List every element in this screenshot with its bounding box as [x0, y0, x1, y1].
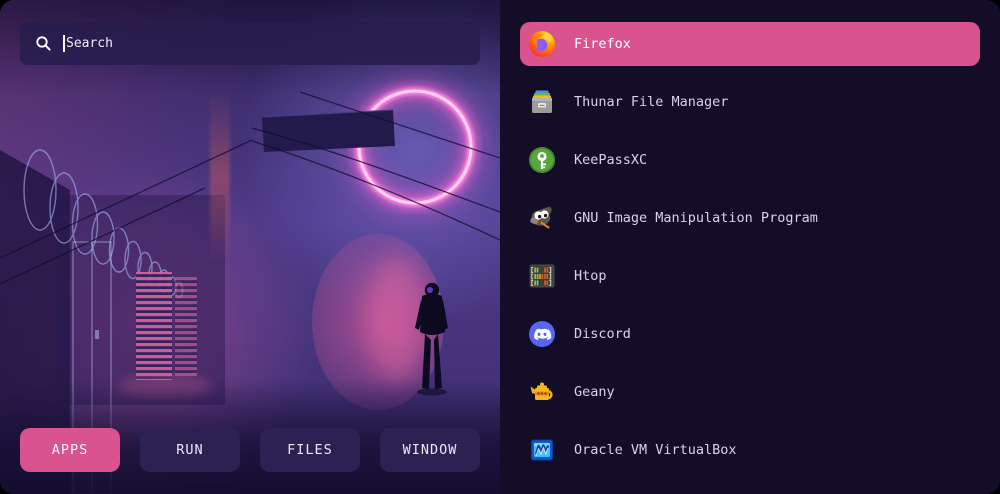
app-label: GNU Image Manipulation Program	[574, 210, 818, 226]
htop-icon	[528, 262, 556, 290]
search-bar[interactable]	[20, 22, 480, 65]
search-icon	[35, 35, 52, 52]
app-label: Geany	[574, 384, 615, 400]
app-label: KeePassXC	[574, 152, 647, 168]
app-row-thunar[interactable]: Thunar File Manager	[520, 80, 980, 124]
app-label: Thunar File Manager	[574, 94, 728, 110]
app-label: Oracle VM VirtualBox	[574, 442, 737, 458]
app-row-htop[interactable]: Htop	[520, 254, 980, 298]
app-label: Discord	[574, 326, 631, 342]
tab-window[interactable]: WINDOW	[380, 428, 480, 472]
discord-icon	[528, 320, 556, 348]
gimp-icon	[528, 204, 556, 232]
app-label: Htop	[574, 268, 607, 284]
wallpaper-panel: APPS RUN FILES WINDOW	[0, 0, 500, 494]
app-label: Firefox	[574, 36, 631, 52]
app-row-discord[interactable]: Discord	[520, 312, 980, 356]
wallpaper-art	[0, 0, 500, 494]
launcher-window: APPS RUN FILES WINDOW	[0, 0, 1000, 494]
tab-apps[interactable]: APPS	[20, 428, 120, 472]
tab-files[interactable]: FILES	[260, 428, 360, 472]
app-row-gimp[interactable]: GNU Image Manipulation Program	[520, 196, 980, 240]
mode-tabs: APPS RUN FILES WINDOW	[20, 428, 480, 472]
tab-run[interactable]: RUN	[140, 428, 240, 472]
virtualbox-icon	[528, 436, 556, 464]
app-row-geany[interactable]: Geany	[520, 370, 980, 414]
app-row-keepassxc[interactable]: KeePassXC	[520, 138, 980, 182]
firefox-icon	[528, 30, 556, 58]
thunar-icon	[528, 88, 556, 116]
keepassxc-icon	[528, 146, 556, 174]
search-input[interactable]	[65, 36, 480, 51]
geany-icon	[528, 378, 556, 406]
app-row-firefox[interactable]: Firefox	[520, 22, 980, 66]
app-row-virtualbox[interactable]: Oracle VM VirtualBox	[520, 428, 980, 472]
app-list: Firefox Thunar File Manager	[500, 0, 1000, 494]
